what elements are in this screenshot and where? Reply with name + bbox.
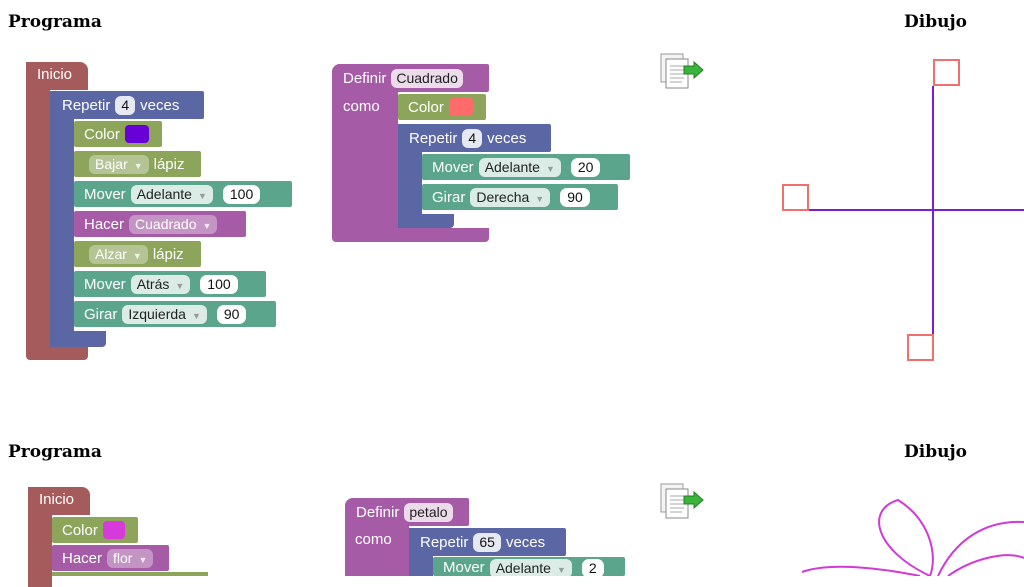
flower-petal [801, 565, 921, 576]
chevron-down-icon: ▼ [545, 163, 555, 174]
mover-block[interactable]: Mover Adelante ▼ 100 [74, 181, 292, 207]
hacer-block[interactable]: Hacer Cuadrado ▼ [74, 211, 246, 237]
mover-label: Mover [84, 275, 126, 293]
girar-direction-dropdown[interactable]: Derecha ▼ [470, 187, 551, 207]
mover-direction-dropdown[interactable]: Adelante ▼ [489, 559, 572, 578]
drawing-square [933, 59, 960, 86]
mover-label: Mover [443, 559, 485, 576]
dibujo-heading: Dibujo [904, 442, 967, 462]
color-label: Color [62, 521, 98, 539]
girar-amount-field[interactable]: 90 [560, 187, 590, 207]
chevron-down-icon: ▼ [191, 310, 201, 321]
mover-label: Mover [84, 185, 126, 203]
alzar-lapiz-block[interactable]: Alzar ▼ lápiz [74, 241, 201, 267]
chevron-down-icon: ▼ [132, 250, 142, 261]
girar-amount-field[interactable]: 90 [216, 304, 247, 324]
flower-petal [937, 520, 1024, 576]
mover-block[interactable]: Mover Atrás ▼ 100 [74, 271, 266, 297]
copy-icon[interactable] [658, 52, 706, 92]
mover-amount-field[interactable]: 100 [222, 184, 261, 204]
inicio-label: Inicio [37, 66, 73, 83]
chevron-down-icon: ▼ [175, 280, 185, 291]
chevron-down-icon: ▼ [133, 160, 143, 171]
definir-label: Definir [343, 69, 387, 87]
bajar-dropdown[interactable]: Bajar ▼ [89, 154, 149, 174]
mover-amount-field[interactable]: 20 [570, 157, 601, 177]
flower-drawing [801, 498, 1024, 576]
repetir-count-field[interactable]: 65 [473, 532, 501, 552]
lapiz-label: lápiz [153, 155, 185, 173]
flower-petal [947, 554, 1024, 576]
mover-direction-dropdown[interactable]: Adelante ▼ [478, 157, 561, 177]
drawing-square [907, 334, 934, 361]
chevron-down-icon: ▼ [535, 193, 545, 204]
repetir-suffix: veces [140, 96, 180, 114]
color-label: Color [408, 98, 444, 116]
hacer-label: Hacer [62, 549, 103, 567]
copy-icon[interactable] [658, 482, 706, 522]
programa-heading: Programa [8, 12, 102, 32]
mover-amount-field[interactable]: 2 [581, 559, 604, 578]
chevron-down-icon: ▼ [197, 190, 207, 201]
hacer-dropdown[interactable]: Cuadrado ▼ [129, 214, 218, 234]
color-swatch[interactable] [448, 98, 473, 116]
mover-direction-dropdown[interactable]: Atrás ▼ [130, 274, 191, 294]
repetir-label: Repetir [420, 533, 469, 551]
drawing-square [782, 184, 809, 211]
flower-petal [878, 498, 934, 576]
drawing-canvas [782, 59, 1024, 361]
mover-amount-field[interactable]: 100 [200, 274, 238, 294]
lapiz-label: lápiz [152, 245, 184, 263]
repetir-suffix: veces [505, 533, 546, 551]
definir-name-field[interactable]: petalo [404, 502, 453, 522]
girar-block[interactable]: Girar Izquierda ▼ 90 [74, 301, 276, 327]
chevron-down-icon: ▼ [202, 220, 212, 231]
alzar-dropdown[interactable]: Alzar ▼ [89, 244, 148, 264]
mover-block[interactable]: Mover Adelante ▼ 2 [433, 557, 625, 578]
repetir-label: Repetir [62, 96, 111, 114]
girar-label: Girar [84, 305, 118, 323]
hacer-label: Hacer [84, 215, 125, 233]
color-block[interactable]: Color [74, 121, 162, 147]
definir-name-field[interactable]: Cuadrado [391, 68, 463, 88]
dibujo-heading: Dibujo [904, 12, 967, 32]
repetir-count-field[interactable]: 4 [462, 128, 483, 148]
chevron-down-icon: ▼ [138, 554, 148, 565]
mover-block[interactable]: Mover Adelante ▼ 20 [422, 154, 630, 180]
repetir-count-field[interactable]: 4 [115, 95, 136, 115]
definir-label: Definir [356, 503, 400, 521]
hacer-block[interactable]: Hacer flor ▼ [52, 545, 169, 571]
color-block[interactable]: Color [398, 94, 486, 120]
girar-label: Girar [432, 188, 466, 206]
como-label: como [355, 531, 392, 548]
next-block-edge [52, 572, 208, 576]
inicio-label: Inicio [39, 491, 75, 508]
bajar-lapiz-block[interactable]: Bajar ▼ lápiz [74, 151, 201, 177]
como-label: como [343, 98, 380, 115]
color-swatch[interactable] [124, 125, 149, 143]
color-block[interactable]: Color [52, 517, 138, 543]
girar-direction-dropdown[interactable]: Izquierda ▼ [122, 304, 207, 324]
girar-block[interactable]: Girar Derecha ▼ 90 [422, 184, 618, 210]
color-swatch[interactable] [102, 521, 125, 539]
repetir-label: Repetir [409, 129, 458, 147]
chevron-down-icon: ▼ [556, 565, 566, 575]
repetir-suffix: veces [487, 129, 527, 147]
color-label: Color [84, 125, 120, 143]
mover-direction-dropdown[interactable]: Adelante ▼ [130, 184, 213, 204]
programa-heading: Programa [8, 442, 102, 462]
hacer-dropdown[interactable]: flor ▼ [107, 548, 154, 568]
mover-label: Mover [432, 158, 474, 176]
